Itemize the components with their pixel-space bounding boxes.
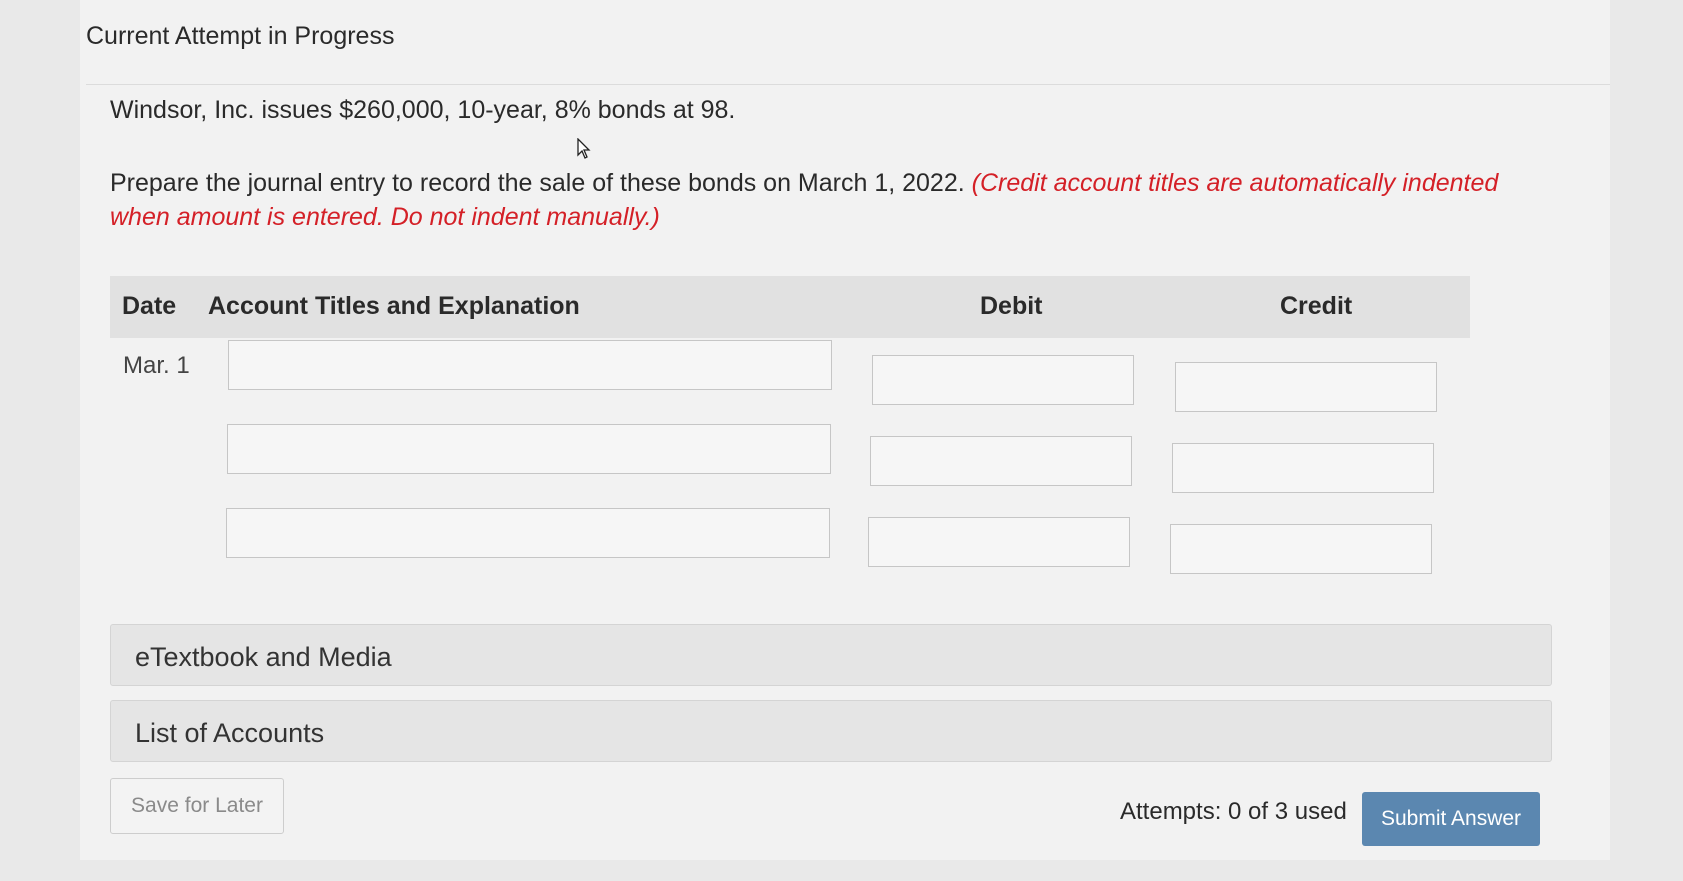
- submit-answer-button[interactable]: Submit Answer: [1362, 792, 1540, 846]
- problem-statement: Windsor, Inc. issues $260,000, 10-year, …: [110, 96, 736, 124]
- column-header-date: Date: [122, 292, 177, 320]
- entry-date: Mar. 1: [123, 352, 190, 379]
- etextbook-panel[interactable]: eTextbook and Media: [110, 624, 1552, 686]
- page-title: Current Attempt in Progress: [86, 22, 395, 50]
- save-for-later-button[interactable]: Save for Later: [110, 778, 284, 834]
- credit-input-2[interactable]: [1172, 443, 1434, 493]
- account-title-input-1[interactable]: [228, 340, 832, 390]
- account-title-input-2[interactable]: [227, 424, 831, 474]
- credit-input-1[interactable]: [1175, 362, 1437, 412]
- credit-input-3[interactable]: [1170, 524, 1432, 574]
- instruction-text: Prepare the journal entry to record the …: [110, 169, 965, 197]
- column-header-credit: Credit: [1280, 292, 1353, 320]
- debit-input-2[interactable]: [870, 436, 1132, 486]
- account-title-input-3[interactable]: [226, 508, 830, 558]
- journal-table-header: Date Account Titles and Explanation Debi…: [110, 276, 1470, 338]
- instructions: Prepare the journal entry to record the …: [110, 166, 1530, 234]
- column-header-account: Account Titles and Explanation: [208, 292, 580, 320]
- mouse-pointer-icon: [577, 138, 591, 159]
- debit-input-1[interactable]: [872, 355, 1134, 405]
- attempts-counter: Attempts: 0 of 3 used: [1120, 798, 1347, 825]
- list-of-accounts-panel[interactable]: List of Accounts: [110, 700, 1552, 762]
- divider: [86, 84, 1610, 85]
- debit-input-3[interactable]: [868, 517, 1130, 567]
- column-header-debit: Debit: [980, 292, 1043, 320]
